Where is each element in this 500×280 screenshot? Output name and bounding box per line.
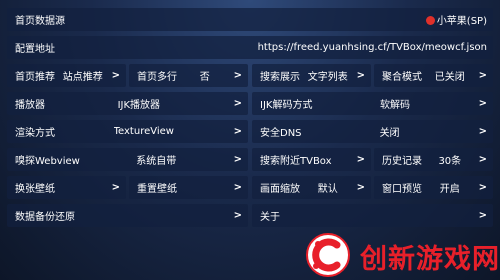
change-wallpaper-item[interactable]: 换张壁纸 > — [7, 176, 126, 199]
screen-scale-value: 默认 — [317, 184, 338, 195]
home-source-label: 首页数据源 — [15, 16, 65, 27]
secure-dns-value: 关闭 — [379, 128, 400, 139]
home-source-item[interactable]: 首页数据源 小苹果(SP) — [7, 8, 493, 31]
home-recommend-label: 首页推荐 — [15, 72, 55, 83]
window-preview-label: 窗口预览 — [382, 184, 422, 195]
chevron-right-icon: > — [111, 182, 120, 193]
search-nearby-item[interactable]: 搜索附近TVBox > — [252, 148, 371, 171]
sniff-webview-item[interactable]: 嗅探Webview 系统自带 > — [7, 148, 248, 171]
home-multirow-item[interactable]: 首页多行 否 > — [129, 64, 248, 87]
chevron-right-icon: > — [478, 70, 487, 81]
about-label: 关于 — [260, 212, 280, 223]
chevron-right-icon: > — [233, 98, 242, 109]
render-mode-label: 渲染方式 — [15, 128, 55, 139]
backup-restore-label: 数据备份还原 — [15, 212, 75, 223]
home-multirow-value: 否 — [199, 72, 210, 83]
window-preview-value: 开启 — [439, 184, 460, 195]
chevron-right-icon: > — [356, 70, 365, 81]
aggregate-mode-label: 聚合模式 — [382, 72, 422, 83]
chevron-right-icon: > — [478, 126, 487, 137]
ijk-decode-value: 软解码 — [380, 100, 411, 111]
search-display-label: 搜索展示 — [260, 72, 300, 83]
chevron-right-icon: > — [233, 182, 242, 193]
search-display-item[interactable]: 搜索展示 文字列表 > — [252, 64, 371, 87]
chevron-right-icon: > — [111, 70, 120, 81]
chevron-right-icon: > — [478, 154, 487, 165]
home-recommend-item[interactable]: 首页推荐 站点推荐 > — [7, 64, 126, 87]
home-source-value: 小苹果(SP) — [436, 16, 487, 27]
config-url-item[interactable]: 配置地址 https://freed.yuanhsing.cf/TVBox/me… — [7, 36, 493, 59]
player-item[interactable]: 播放器 IJK播放器 > — [7, 92, 248, 115]
config-url-label: 配置地址 — [15, 44, 55, 55]
chevron-right-icon: > — [478, 210, 487, 221]
change-wallpaper-label: 换张壁纸 — [15, 184, 55, 195]
home-recommend-value: 站点推荐 — [62, 72, 103, 83]
aggregate-mode-item[interactable]: 聚合模式 已关闭 > — [374, 64, 493, 87]
secure-dns-item[interactable]: 安全DNS 关闭 > — [252, 120, 493, 143]
reset-wallpaper-item[interactable]: 重置壁纸 > — [129, 176, 248, 199]
sniff-webview-label: 嗅探Webview — [15, 156, 80, 167]
render-mode-item[interactable]: 渲染方式 TextureView > — [7, 120, 248, 143]
player-label: 播放器 — [15, 100, 45, 111]
watermark-text: 创新游戏网 — [360, 244, 500, 275]
search-display-value: 文字列表 — [307, 72, 348, 83]
home-multirow-label: 首页多行 — [137, 72, 177, 83]
chevron-right-icon: > — [356, 154, 365, 165]
chevron-right-icon: > — [478, 98, 487, 109]
ijk-decode-label: IJK解码方式 — [260, 100, 313, 111]
screen-scale-item[interactable]: 画面缩放 默认 > — [252, 176, 371, 199]
reset-wallpaper-label: 重置壁纸 — [137, 184, 177, 195]
history-item[interactable]: 历史记录 30条 > — [374, 148, 493, 171]
screen-scale-label: 画面缩放 — [260, 184, 300, 195]
chevron-right-icon: > — [233, 70, 242, 81]
chevron-right-icon: > — [233, 210, 242, 221]
config-url-value: https://freed.yuanhsing.cf/TVBox/meowcf.… — [257, 42, 487, 53]
chevron-right-icon: > — [233, 154, 242, 165]
apple-icon — [425, 16, 435, 25]
sniff-webview-value: 系统自带 — [136, 156, 177, 167]
player-value: IJK播放器 — [117, 100, 161, 111]
watermark: 创新游戏网 — [300, 228, 500, 280]
history-value: 30条 — [438, 156, 462, 167]
backup-restore-item[interactable]: 数据备份还原 > — [7, 204, 248, 227]
aggregate-mode-value: 已关闭 — [434, 72, 465, 83]
history-label: 历史记录 — [382, 156, 422, 167]
window-preview-item[interactable]: 窗口预览 开启 > — [374, 176, 493, 199]
ijk-decode-item[interactable]: IJK解码方式 软解码 > — [252, 92, 493, 115]
about-item[interactable]: 关于 > — [252, 204, 493, 227]
watermark-logo-icon — [306, 233, 350, 277]
render-mode-value: TextureView — [113, 126, 174, 137]
chevron-right-icon: > — [356, 182, 365, 193]
chevron-right-icon: > — [233, 126, 242, 137]
secure-dns-label: 安全DNS — [260, 128, 302, 139]
search-nearby-label: 搜索附近TVBox — [260, 156, 332, 167]
chevron-right-icon: > — [478, 182, 487, 193]
